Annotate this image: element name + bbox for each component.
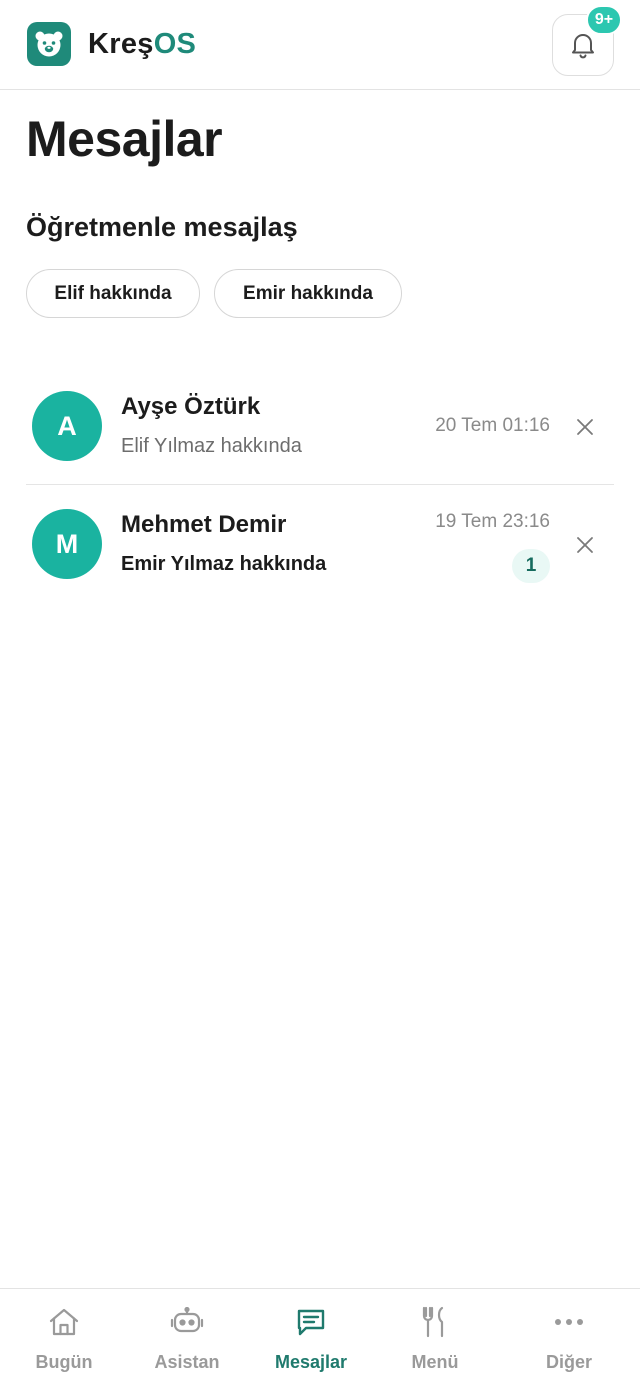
app-header: KreşOS 9+ xyxy=(0,0,640,90)
nav-label: Menü xyxy=(411,1352,459,1372)
nav-item-diger[interactable]: Diğer xyxy=(505,1289,633,1391)
fork-knife-icon xyxy=(418,1305,452,1339)
bottom-nav: Bugün Asistan Mesajlar Menü Diğer xyxy=(0,1288,640,1391)
conversation-name: Mehmet Demir xyxy=(121,511,287,538)
chip-emir[interactable]: Emir hakkında xyxy=(214,269,402,318)
conversation-name: Ayşe Öztürk xyxy=(121,393,261,420)
close-icon[interactable] xyxy=(574,534,596,556)
close-icon[interactable] xyxy=(574,416,596,438)
nav-label: Asistan xyxy=(154,1352,220,1372)
chip-elif[interactable]: Elif hakkında xyxy=(26,269,200,318)
nav-label: Diğer xyxy=(545,1352,592,1372)
brand-name-part1: Kreş xyxy=(88,28,154,60)
nav-label: Mesajlar xyxy=(274,1352,348,1372)
conversation-item[interactable]: A Ayşe Öztürk Elif Yılmaz hakkında 20 Te… xyxy=(0,372,640,482)
notification-count-badge: 9+ xyxy=(586,5,622,35)
conversation-time: 20 Tem 01:16 xyxy=(435,415,550,436)
section-title: Öğretmenle mesajlaş xyxy=(26,212,298,242)
home-icon xyxy=(47,1305,81,1339)
message-icon xyxy=(294,1305,328,1339)
conversation-time: 19 Tem 23:16 xyxy=(435,511,550,532)
nav-item-menu[interactable]: Menü xyxy=(371,1289,499,1391)
brand-name: KreşOS xyxy=(88,26,196,62)
conversation-subtitle: Elif Yılmaz hakkında xyxy=(121,435,302,457)
page-title: Mesajlar xyxy=(26,111,223,167)
nav-label: Bugün xyxy=(35,1352,93,1372)
bell-icon xyxy=(572,34,594,59)
nav-item-asistan[interactable]: Asistan xyxy=(123,1289,251,1391)
brand-name-part2: OS xyxy=(153,28,197,60)
conversation-subtitle: Emir Yılmaz hakkında xyxy=(121,553,327,575)
avatar: A xyxy=(32,391,102,461)
bear-logo-icon xyxy=(27,22,71,66)
unread-count-badge: 1 xyxy=(512,549,550,583)
nav-item-bugun[interactable]: Bugün xyxy=(0,1289,128,1391)
nav-item-mesajlar[interactable]: Mesajlar xyxy=(247,1289,375,1391)
list-divider xyxy=(26,484,614,485)
conversation-item[interactable]: M Mehmet Demir Emir Yılmaz hakkında 19 T… xyxy=(0,490,640,600)
avatar: M xyxy=(32,509,102,579)
robot-icon xyxy=(170,1305,204,1339)
more-dots-icon xyxy=(552,1305,586,1339)
